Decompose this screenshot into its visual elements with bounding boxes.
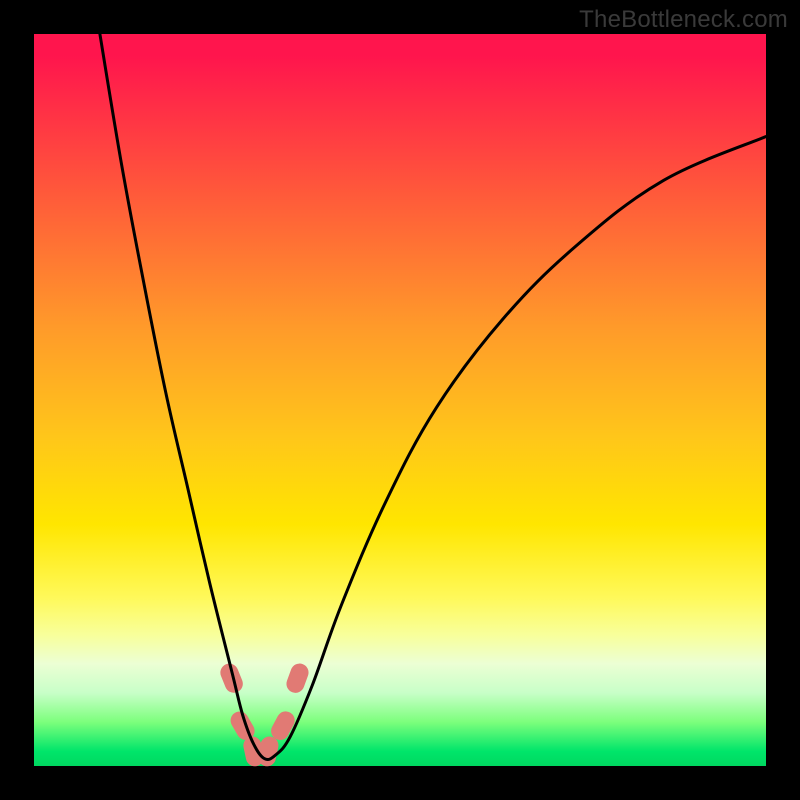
bottleneck-curve [100, 34, 766, 760]
watermark-text: TheBottleneck.com [579, 6, 788, 34]
chart-frame: TheBottleneck.com [0, 0, 800, 800]
curve-marker [284, 661, 311, 695]
plot-area [34, 34, 766, 766]
curve-svg [34, 34, 766, 766]
